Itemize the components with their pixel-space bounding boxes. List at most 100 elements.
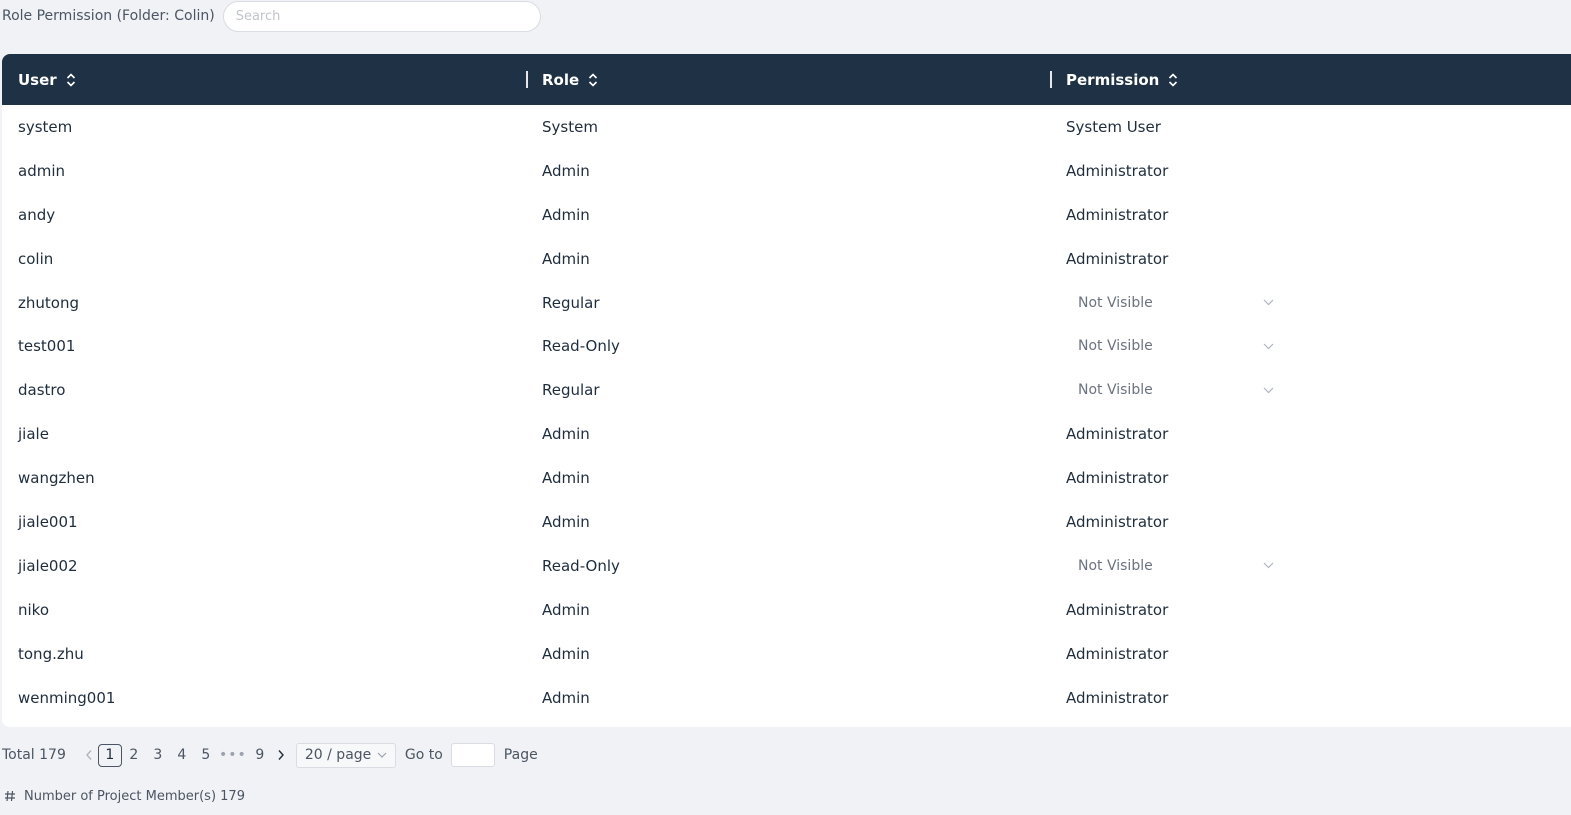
page-button[interactable]: 3 xyxy=(146,744,170,767)
permission-select-value: Not Visible xyxy=(1078,382,1153,399)
role-cell: Admin xyxy=(542,600,590,619)
column-divider[interactable] xyxy=(526,71,528,88)
user-cell: colin xyxy=(18,249,54,268)
table-header: User Role Permission xyxy=(2,54,1571,105)
role-cell: Admin xyxy=(542,161,590,180)
role-cell: Admin xyxy=(542,512,590,531)
next-page-icon[interactable] xyxy=(272,749,290,761)
permission-cell: Administrator xyxy=(1066,249,1169,268)
goto-label: Go to xyxy=(404,747,443,763)
permission-cell: Not Visible xyxy=(1050,551,1571,581)
page-button[interactable]: 5 xyxy=(194,744,218,767)
user-cell: wenming001 xyxy=(18,688,116,707)
role-cell: Read-Only xyxy=(542,556,620,575)
role-cell: Read-Only xyxy=(542,337,620,356)
page-button[interactable]: 1 xyxy=(97,743,122,767)
page-size-select[interactable]: 20 / page xyxy=(295,742,396,768)
user-cell: jiale001 xyxy=(18,512,78,531)
permission-select-value: Not Visible xyxy=(1078,338,1153,355)
permission-cell: Administrator xyxy=(1066,205,1169,224)
page-button[interactable]: 4 xyxy=(170,744,194,767)
column-header-permission[interactable]: Permission xyxy=(1050,54,1571,105)
toolbar: Role Permission (Folder: Colin) xyxy=(0,0,1571,32)
permission-cell: Administrator xyxy=(1066,688,1169,707)
search-input[interactable] xyxy=(222,0,541,32)
column-header-user[interactable]: User xyxy=(2,54,526,105)
table-body: system System System User admin Admin Adminis… xyxy=(2,105,1571,719)
role-cell: System xyxy=(542,117,598,136)
table-row: admin Admin Administrator xyxy=(2,149,1571,193)
permission-select[interactable]: Not Visible xyxy=(1066,551,1278,581)
permission-select[interactable]: Not Visible xyxy=(1066,288,1278,318)
chevron-down-icon xyxy=(1263,387,1274,394)
table-row: jiale001 Admin Administrator xyxy=(2,500,1571,544)
table-row: wangzhen Admin Administrator xyxy=(2,456,1571,500)
table-row: niko Admin Administrator xyxy=(2,588,1571,632)
chevron-down-icon xyxy=(1263,562,1274,569)
permission-cell: Administrator xyxy=(1066,469,1169,488)
sort-icon[interactable] xyxy=(66,72,76,88)
table-row: colin Admin Administrator xyxy=(2,237,1571,281)
permission-cell: Not Visible xyxy=(1050,375,1571,405)
column-label: User xyxy=(18,70,57,89)
user-cell: zhutong xyxy=(18,293,79,312)
pagination: Total 179 1 2 3 4 5 ••• 9 20 / page Go t… xyxy=(2,742,538,768)
prev-page-icon[interactable] xyxy=(80,749,98,761)
permission-cell: Administrator xyxy=(1066,600,1169,619)
user-cell: andy xyxy=(18,205,56,224)
role-cell: Admin xyxy=(542,644,590,663)
user-cell: test001 xyxy=(18,337,76,356)
permission-cell: Administrator xyxy=(1066,644,1169,663)
table-row: system System System User xyxy=(2,105,1571,149)
user-cell: jiale xyxy=(18,425,49,444)
page-title: Role Permission (Folder: Colin) xyxy=(2,8,215,24)
column-header-role[interactable]: Role xyxy=(526,54,1050,105)
chevron-down-icon xyxy=(1263,343,1274,350)
table-row: zhutong Regular Not Visible xyxy=(2,281,1571,325)
table-row: wenming001 Admin Administrator xyxy=(2,676,1571,720)
member-count-bar: Number of Project Member(s) 179 xyxy=(4,787,245,805)
user-cell: dastro xyxy=(18,381,66,400)
role-cell: Admin xyxy=(542,469,590,488)
role-cell: Admin xyxy=(542,205,590,224)
chevron-down-icon xyxy=(377,752,387,758)
total-count: Total 179 xyxy=(2,747,66,763)
column-label: Role xyxy=(542,70,580,89)
role-cell: Admin xyxy=(542,425,590,444)
hash-icon xyxy=(4,790,16,802)
permission-cell: System User xyxy=(1066,117,1161,136)
permission-cell: Administrator xyxy=(1066,512,1169,531)
user-cell: admin xyxy=(18,161,65,180)
sort-icon[interactable] xyxy=(588,72,598,88)
permission-cell: Administrator xyxy=(1066,425,1169,444)
sort-icon[interactable] xyxy=(1168,72,1178,88)
chevron-down-icon xyxy=(1263,299,1274,306)
table-row: dastro Regular Not Visible xyxy=(2,368,1571,412)
user-cell: jiale002 xyxy=(18,556,78,575)
table-row: jiale Admin Administrator xyxy=(2,412,1571,456)
table-row: jiale002 Read-Only Not Visible xyxy=(2,544,1571,588)
column-label: Permission xyxy=(1066,70,1160,89)
permission-select[interactable]: Not Visible xyxy=(1066,375,1278,405)
permission-cell: Not Visible xyxy=(1050,331,1571,361)
column-divider[interactable] xyxy=(1050,71,1052,88)
goto-page-input[interactable] xyxy=(450,743,495,767)
more-pages-button[interactable]: ••• xyxy=(218,747,248,763)
user-cell: wangzhen xyxy=(18,469,95,488)
permission-select[interactable]: Not Visible xyxy=(1066,331,1278,361)
table-row: test001 Read-Only Not Visible xyxy=(2,324,1571,368)
page-label: Page xyxy=(503,747,538,763)
table-row: andy Admin Administrator xyxy=(2,193,1571,237)
page-button[interactable]: 9 xyxy=(248,744,272,767)
page-button[interactable]: 2 xyxy=(122,744,146,767)
user-cell: tong.zhu xyxy=(18,644,84,663)
permission-select-value: Not Visible xyxy=(1078,557,1153,574)
user-cell: system xyxy=(18,117,73,136)
role-cell: Regular xyxy=(542,293,600,312)
permission-cell: Administrator xyxy=(1066,161,1169,180)
table-row: tong.zhu Admin Administrator xyxy=(2,632,1571,676)
member-count-label: Number of Project Member(s) 179 xyxy=(24,788,245,804)
members-table: User Role Permission system System System … xyxy=(2,54,1571,727)
role-cell: Admin xyxy=(542,249,590,268)
permission-cell: Not Visible xyxy=(1050,288,1571,318)
